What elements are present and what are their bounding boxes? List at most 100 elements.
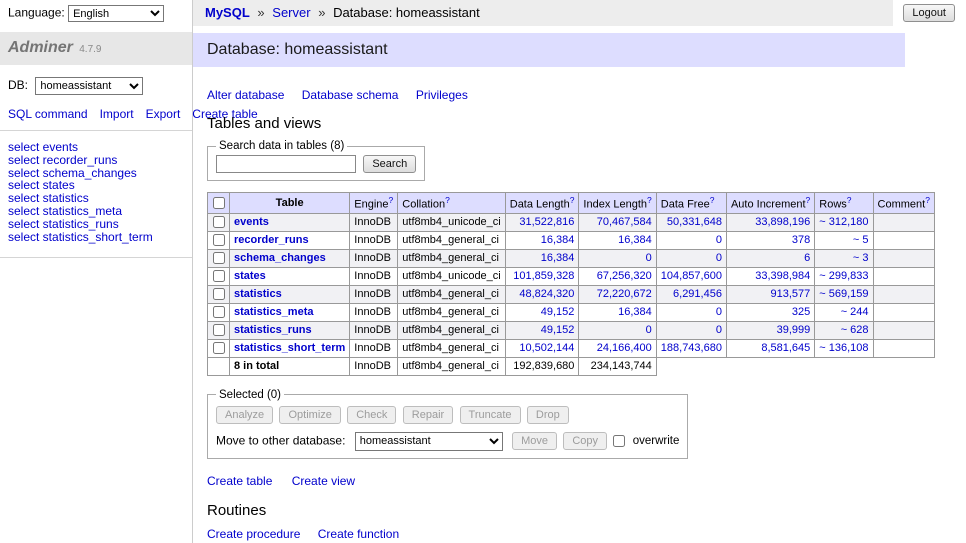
row-select-checkbox[interactable] [213,306,225,318]
data-free-link[interactable]: 50,331,648 [667,216,722,228]
sidebar-item-select-recorder-runs[interactable]: select recorder_runs [8,154,184,167]
check-button[interactable]: Check [347,406,396,424]
table-name-link[interactable]: recorder_runs [234,234,309,246]
data-length-link[interactable]: 49,152 [541,306,575,318]
data-free-link[interactable]: 0 [716,324,722,336]
auto-increment-link[interactable]: 8,581,645 [761,342,810,354]
table-name-link[interactable]: statistics_short_term [234,342,345,354]
select-all-checkbox[interactable] [213,197,225,209]
data-length-link[interactable]: 10,502,144 [519,342,574,354]
breadcrumb-link-mysql[interactable]: MySQL [205,5,250,20]
data-length-link[interactable]: 49,152 [541,324,575,336]
index-length-link[interactable]: 16,384 [618,234,652,246]
data-free-link[interactable]: 0 [716,306,722,318]
drop-button[interactable]: Drop [527,406,569,424]
overwrite-checkbox[interactable] [613,435,625,447]
table-name-link[interactable]: statistics_runs [234,324,312,336]
truncate-button[interactable]: Truncate [460,406,521,424]
database-schema-link[interactable]: Database schema [302,88,399,102]
db-select[interactable]: homeassistant [35,77,143,95]
table-name-link[interactable]: statistics_meta [234,306,314,318]
doc-link-icon[interactable]: ? [710,195,715,205]
table-name-link[interactable]: states [234,270,266,282]
table-name-link[interactable]: events [234,216,269,228]
doc-link-icon[interactable]: ? [445,195,450,205]
create-function-link[interactable]: Create function [318,527,399,541]
rows-count-link[interactable]: ~ 569,159 [819,288,868,300]
data-length-link[interactable]: 101,859,328 [513,270,574,282]
privileges-link[interactable]: Privileges [416,88,468,102]
rows-count-link[interactable]: ~ 628 [841,324,869,336]
auto-increment-link[interactable]: 33,398,984 [755,270,810,282]
analyze-button[interactable]: Analyze [216,406,273,424]
doc-link-icon[interactable]: ? [806,195,811,205]
language-select[interactable]: English [68,5,164,22]
logout-button[interactable]: Logout [903,4,955,22]
index-length-link[interactable]: 0 [646,324,652,336]
auto-increment-link[interactable]: 33,898,196 [755,216,810,228]
data-free-link[interactable]: 104,857,600 [661,270,722,282]
rows-count-link[interactable]: ~ 5 [853,234,869,246]
index-length-link[interactable]: 70,467,584 [597,216,652,228]
doc-link-icon[interactable]: ? [389,195,394,205]
doc-link-icon[interactable]: ? [925,195,930,205]
data-length-link[interactable]: 48,824,320 [519,288,574,300]
move-db-select[interactable]: homeassistant [355,432,503,451]
table-name-link[interactable]: schema_changes [234,252,326,264]
sidebar-link-sql-command[interactable]: SQL command [8,107,88,121]
search-input[interactable] [216,155,356,173]
row-select-checkbox[interactable] [213,216,225,228]
index-length-link[interactable]: 72,220,672 [597,288,652,300]
optimize-button[interactable]: Optimize [279,406,340,424]
move-button[interactable]: Move [512,432,557,450]
doc-link-icon[interactable]: ? [847,195,852,205]
rows-count-link[interactable]: ~ 244 [841,306,869,318]
data-length-link[interactable]: 31,522,816 [519,216,574,228]
rows-count-link[interactable]: ~ 136,108 [819,342,868,354]
rows-count-link[interactable]: ~ 299,833 [819,270,868,282]
data-length-link[interactable]: 16,384 [541,252,575,264]
table-name-link[interactable]: statistics [234,288,282,300]
create-view-link[interactable]: Create view [292,474,355,488]
create-procedure-link[interactable]: Create procedure [207,527,300,541]
row-select-checkbox[interactable] [213,234,225,246]
main-body: Alter database Database schema Privilege… [193,88,966,543]
table-row: eventsInnoDButf8mb4_unicode_ci31,522,816… [208,213,935,231]
index-length-link[interactable]: 24,166,400 [597,342,652,354]
auto-increment-link[interactable]: 325 [792,306,810,318]
copy-button[interactable]: Copy [563,432,607,450]
doc-link-icon[interactable]: ? [570,195,575,205]
sidebar-link-export[interactable]: Export [146,107,181,121]
repair-button[interactable]: Repair [403,406,453,424]
auto-increment-link[interactable]: 39,999 [777,324,811,336]
sidebar-item-select-events[interactable]: select events [8,141,184,154]
sidebar-item-select-statistics-meta[interactable]: select statistics_meta [8,205,184,218]
rows-count-link[interactable]: ~ 312,180 [819,216,868,228]
auto-increment-link[interactable]: 913,577 [771,288,811,300]
data-free-link[interactable]: 0 [716,234,722,246]
row-select-checkbox[interactable] [213,324,225,336]
create-table-link[interactable]: Create table [207,474,272,488]
index-length-link[interactable]: 0 [646,252,652,264]
index-length-link[interactable]: 16,384 [618,306,652,318]
rows-count-link[interactable]: ~ 3 [853,252,869,264]
index-length-link[interactable]: 67,256,320 [597,270,652,282]
row-select-checkbox[interactable] [213,342,225,354]
sidebar-item-select-statistics-short-term[interactable]: select statistics_short_term [8,231,184,244]
search-button[interactable]: Search [363,155,416,173]
sidebar-item-select-statistics-runs[interactable]: select statistics_runs [8,218,184,231]
row-select-checkbox[interactable] [213,288,225,300]
alter-database-link[interactable]: Alter database [207,88,284,102]
row-select-checkbox[interactable] [213,252,225,264]
sidebar-link-import[interactable]: Import [100,107,134,121]
breadcrumb-link-server[interactable]: Server [272,5,310,20]
auto-increment-link[interactable]: 378 [792,234,810,246]
data-length-link[interactable]: 16,384 [541,234,575,246]
data-free-link[interactable]: 188,743,680 [661,342,722,354]
auto-increment-link[interactable]: 6 [804,252,810,264]
overwrite-label[interactable]: overwrite [633,435,680,447]
doc-link-icon[interactable]: ? [647,195,652,205]
row-select-checkbox[interactable] [213,270,225,282]
data-free-link[interactable]: 0 [716,252,722,264]
data-free-link[interactable]: 6,291,456 [673,288,722,300]
